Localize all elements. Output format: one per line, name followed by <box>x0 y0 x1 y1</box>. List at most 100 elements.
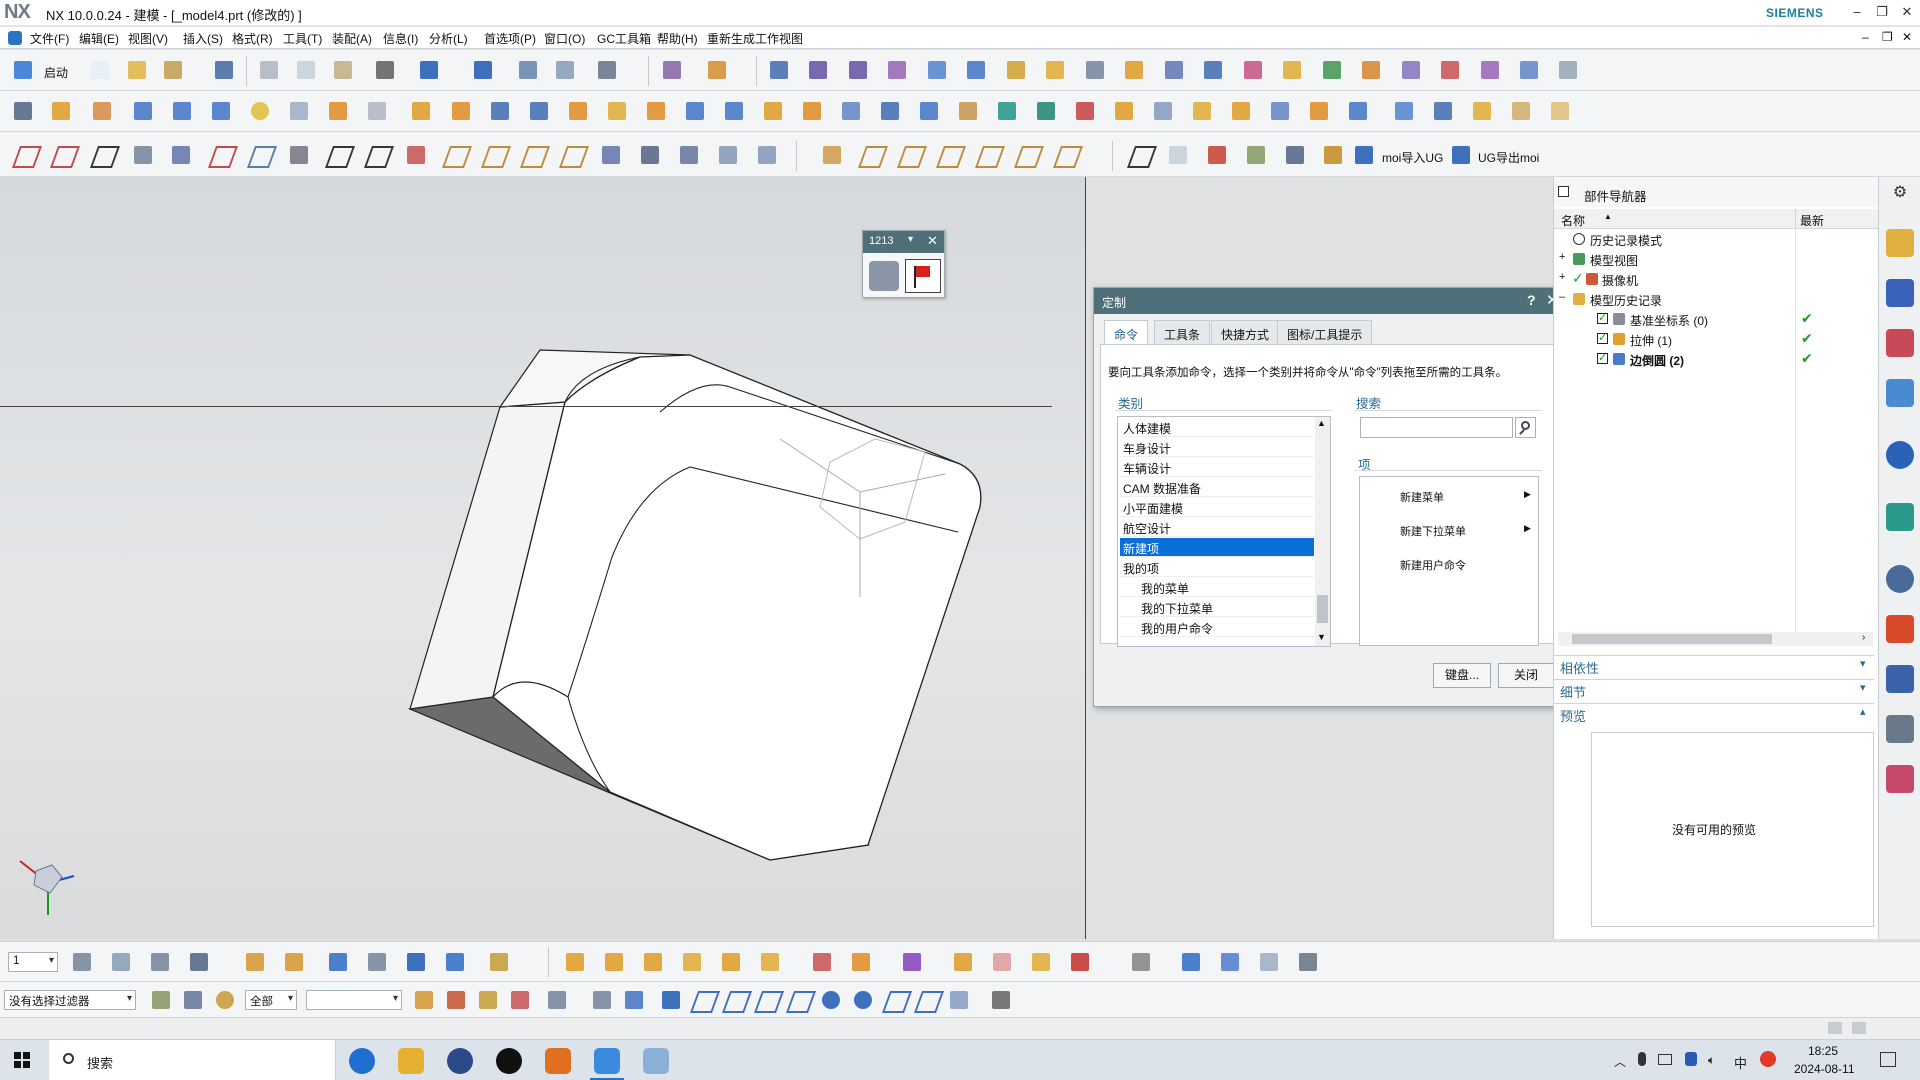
surface-icon-13[interactable] <box>1238 55 1268 85</box>
manufacturing-wizards-icon[interactable] <box>1886 715 1914 743</box>
curve-icon-3[interactable] <box>284 140 314 170</box>
feature-icon-15[interactable] <box>1109 96 1139 126</box>
book-icon[interactable] <box>485 96 515 126</box>
pattern-icon[interactable] <box>406 96 436 126</box>
category-item[interactable]: 人体建模 <box>1120 418 1314 437</box>
menu-format[interactable]: 格式(R) <box>232 30 273 47</box>
visibility-checkbox[interactable] <box>1597 351 1608 364</box>
display-icon-21[interactable] <box>1126 947 1156 977</box>
volume-icon[interactable]: 🔈︎ <box>1708 1053 1715 1068</box>
curve-icon-5[interactable] <box>362 140 392 170</box>
display-icon-23[interactable] <box>1215 947 1245 977</box>
menu-tools[interactable]: 工具(T) <box>283 30 322 47</box>
feature-icon-8[interactable] <box>836 96 866 126</box>
surface-icon-21[interactable] <box>1553 55 1583 85</box>
display-icon-16[interactable] <box>897 947 927 977</box>
scroll-up-icon[interactable]: ▲ <box>1317 418 1326 428</box>
scrollbar-thumb[interactable] <box>1572 634 1772 644</box>
feature-icon-25[interactable] <box>1506 96 1536 126</box>
surface-icon-16[interactable] <box>1356 55 1386 85</box>
cut-icon[interactable] <box>254 55 284 85</box>
category-item[interactable]: 车辆设计 <box>1120 458 1314 477</box>
snap-icon-3[interactable] <box>473 985 503 1015</box>
inner-restore-button[interactable]: ❐ <box>1882 30 1893 44</box>
category-item[interactable]: 小平面建模 <box>1120 498 1314 517</box>
feature-icon-17[interactable] <box>1187 96 1217 126</box>
chevron-down-icon[interactable]: ▾ <box>1860 681 1866 694</box>
curve-icon-19[interactable] <box>934 140 964 170</box>
selection-icon-3[interactable] <box>210 985 240 1015</box>
snap-icon-10[interactable] <box>720 985 750 1015</box>
feature-icon-14[interactable] <box>1070 96 1100 126</box>
network-icon[interactable] <box>1658 1054 1672 1065</box>
wcs-icon[interactable] <box>184 947 214 977</box>
rectangle-icon[interactable] <box>88 140 118 170</box>
items-list[interactable]: 新建菜单 ▶ 新建下拉菜单 ▶ 新建用户命令 <box>1359 476 1539 646</box>
surface-icon-2[interactable] <box>803 55 833 85</box>
feature-icon-6[interactable] <box>758 96 788 126</box>
feature-icon-3[interactable] <box>641 96 671 126</box>
open-folder-icon[interactable] <box>122 55 152 85</box>
history-icon[interactable] <box>1886 565 1914 593</box>
display-icon-24[interactable] <box>1254 947 1284 977</box>
arc-icon[interactable] <box>48 140 78 170</box>
feature-icon-19[interactable] <box>1265 96 1295 126</box>
maximize-button[interactable]: ❐ <box>1873 3 1891 21</box>
display-icon-4[interactable] <box>362 947 392 977</box>
feature-icon-26[interactable] <box>1545 96 1575 126</box>
display-icon-8[interactable] <box>560 947 590 977</box>
start-label[interactable]: 启动 <box>44 64 68 81</box>
curve-icon-7[interactable] <box>440 140 470 170</box>
move-to-layer-icon[interactable] <box>106 947 136 977</box>
nx-app-icon[interactable] <box>594 1048 620 1074</box>
selection-icon-2[interactable] <box>178 985 208 1015</box>
command-finder-icon[interactable] <box>550 55 580 85</box>
datum-axis-icon[interactable] <box>1202 140 1232 170</box>
menu-edit[interactable]: 编辑(E) <box>79 30 119 47</box>
surface-icon-17[interactable] <box>1396 55 1426 85</box>
selection-scope-select[interactable]: 全部 <box>245 990 297 1010</box>
close-icon[interactable]: ✕ <box>927 233 938 249</box>
display-icon-9[interactable] <box>599 947 629 977</box>
display-icon-11[interactable] <box>677 947 707 977</box>
unite-icon[interactable] <box>446 96 476 126</box>
column-latest[interactable]: 最新 <box>1800 212 1824 229</box>
curve-icon-14[interactable] <box>713 140 743 170</box>
sogou-tray-icon[interactable] <box>1760 1051 1776 1067</box>
tree-node-model-history[interactable]: – 模型历史记录 <box>1554 289 1874 309</box>
snap-icon-9[interactable] <box>688 985 718 1015</box>
inner-close-button[interactable]: ✕ <box>1902 30 1912 44</box>
feature-icon-10[interactable] <box>914 96 944 126</box>
type-filter-select[interactable]: 没有选择过滤器 <box>4 990 136 1010</box>
line-icon[interactable] <box>10 140 40 170</box>
category-list[interactable]: 人体建模 车身设计 车辆设计 CAM 数据准备 小平面建模 航空设计 新建项 我… <box>1117 416 1331 647</box>
column-name[interactable]: 名称 <box>1561 212 1585 229</box>
curve-icon-22[interactable] <box>1051 140 1081 170</box>
menu-info[interactable]: 信息(I) <box>383 30 418 47</box>
snap-icon-15[interactable] <box>880 985 910 1015</box>
snap-icon-11[interactable] <box>752 985 782 1015</box>
curve-icon-17[interactable] <box>856 140 886 170</box>
security-shield-icon[interactable] <box>1685 1052 1697 1066</box>
feature-icon-13[interactable] <box>1031 96 1061 126</box>
tab-commands[interactable]: 命令 <box>1104 320 1149 344</box>
surface-icon-18[interactable] <box>1435 55 1465 85</box>
category-item-selected[interactable]: 新建项 <box>1120 538 1314 557</box>
ime-indicator[interactable]: 中 <box>1734 1053 1747 1072</box>
item-new-dropdown-menu[interactable]: 新建下拉菜单 <box>1400 523 1466 539</box>
reuse-library-icon[interactable] <box>1886 379 1914 407</box>
feature-icon-21[interactable] <box>1343 96 1373 126</box>
sogou-app-icon[interactable] <box>349 1048 375 1074</box>
repeat-command-icon[interactable] <box>513 55 543 85</box>
menu-analysis[interactable]: 分析(L) <box>429 30 468 47</box>
tree-node-extrude[interactable]: 拉伸 (1) ✔ <box>1554 329 1874 349</box>
visibility-checkbox[interactable] <box>1597 311 1608 324</box>
feature-icon-2[interactable] <box>602 96 632 126</box>
curve-icon-1[interactable] <box>166 140 196 170</box>
display-icon-12[interactable] <box>716 947 746 977</box>
selection-icon-1[interactable] <box>146 985 176 1015</box>
feature-icon-4[interactable] <box>680 96 710 126</box>
visibility-checkbox[interactable] <box>1597 331 1608 344</box>
feature-icon-11[interactable] <box>953 96 983 126</box>
curve-icon-15[interactable] <box>752 140 782 170</box>
